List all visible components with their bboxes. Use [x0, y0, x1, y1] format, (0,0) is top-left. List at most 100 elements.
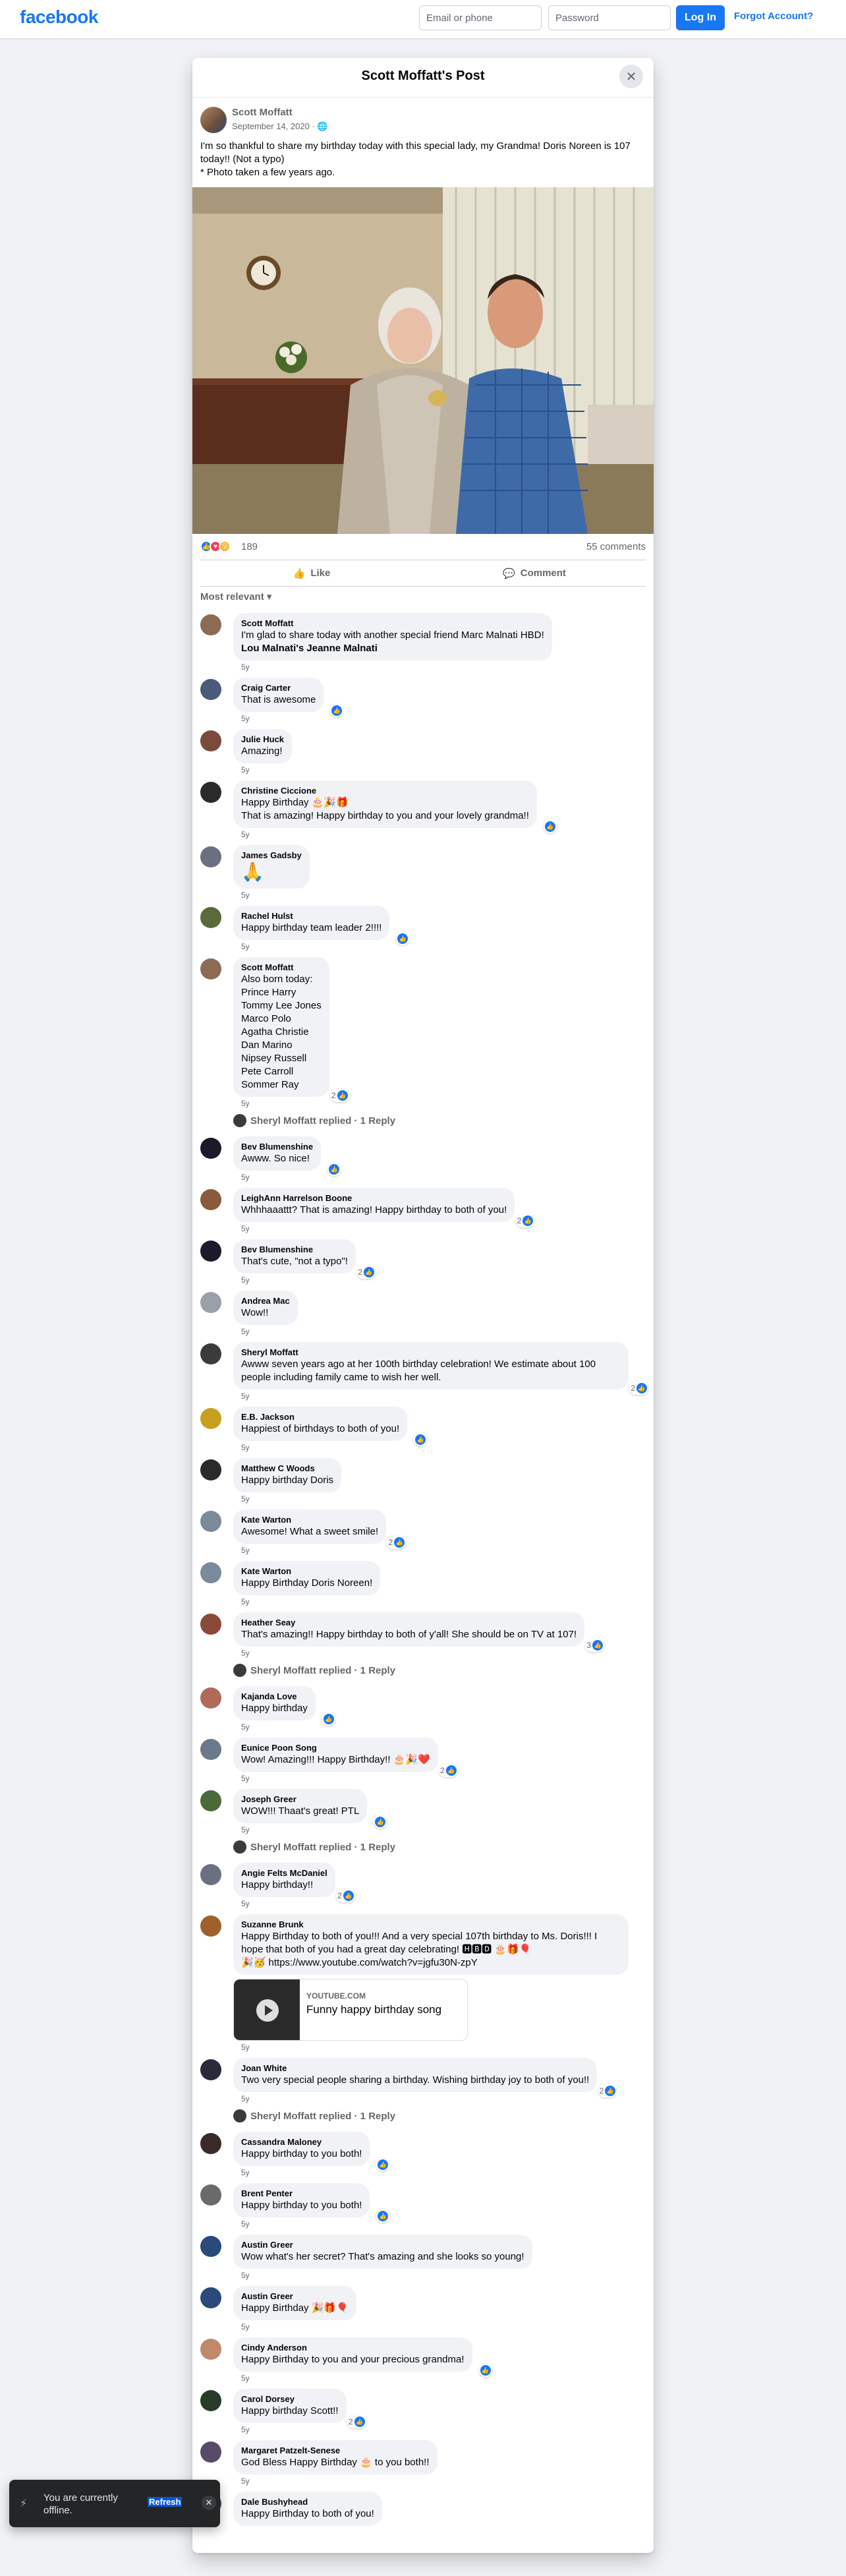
forgot-account-link[interactable]: Forgot Account? — [734, 11, 813, 22]
comment-author[interactable]: Cassandra Maloney — [241, 2137, 362, 2148]
comment-author[interactable]: Carol Dorsey — [241, 2394, 339, 2405]
comment-reactions[interactable]: 2 👍 — [515, 1214, 535, 1227]
comment-timestamp[interactable]: 5y — [233, 763, 646, 775]
comment-timestamp[interactable]: 5y — [233, 1171, 646, 1183]
comment-author[interactable]: Christine Ciccione — [241, 786, 529, 796]
comment-timestamp[interactable]: 5y — [233, 1097, 646, 1109]
comment-timestamp[interactable]: 5y — [233, 2166, 646, 2178]
avatar[interactable] — [200, 2390, 221, 2411]
avatar[interactable] — [200, 2442, 221, 2463]
comment-reactions[interactable]: 3 👍 — [585, 1639, 605, 1652]
comment-reactions[interactable]: 👍 — [543, 820, 557, 833]
comment-reactions[interactable]: 👍 — [327, 1163, 341, 1176]
avatar[interactable] — [200, 1562, 221, 1583]
comment-timestamp[interactable]: 5y — [233, 712, 646, 724]
avatar[interactable] — [200, 1739, 221, 1760]
view-replies-link[interactable]: Sheryl Moffatt replied · 1 Reply — [200, 1664, 646, 1677]
email-field[interactable]: Email or phone — [419, 5, 542, 30]
avatar[interactable] — [200, 614, 221, 635]
comment-author[interactable]: Angie Felts McDaniel — [241, 1868, 327, 1879]
avatar[interactable] — [200, 2236, 221, 2257]
comment-author[interactable]: Dale Bushyhead — [241, 2497, 374, 2507]
avatar[interactable] — [200, 1241, 221, 1262]
password-field[interactable]: Password — [548, 5, 671, 30]
comment-author[interactable]: Eunice Poon Song — [241, 1743, 430, 1753]
post-author[interactable]: Scott Moffatt — [232, 107, 293, 118]
avatar[interactable] — [200, 107, 227, 133]
comment-author[interactable]: Sheryl Moffatt — [241, 1347, 621, 1358]
comment-author[interactable]: Matthew C Woods — [241, 1463, 333, 1474]
comment-reactions[interactable]: 2 👍 — [629, 1382, 648, 1395]
avatar[interactable] — [200, 1864, 221, 1885]
avatar[interactable] — [200, 846, 221, 867]
avatar[interactable] — [200, 1916, 221, 1937]
comment-timestamp[interactable]: 5y — [233, 889, 646, 900]
comment-author[interactable]: Julie Huck — [241, 734, 284, 745]
comment-reactions[interactable]: 2 👍 — [356, 1266, 376, 1279]
comment-timestamp[interactable]: 5y — [233, 1492, 646, 1504]
view-replies-link[interactable]: Sheryl Moffatt replied · 1 Reply — [200, 1114, 646, 1127]
comment-timestamp[interactable]: 5y — [233, 2372, 646, 2384]
avatar[interactable] — [200, 2287, 221, 2308]
comment-reactions[interactable]: 2 👍 — [598, 2084, 617, 2097]
comment-author[interactable]: E.B. Jackson — [241, 1412, 399, 1422]
avatar[interactable] — [200, 1189, 221, 1210]
comment-timestamp[interactable]: 5y — [233, 2092, 646, 2104]
comment-timestamp[interactable]: 5y — [233, 828, 646, 840]
comment-author[interactable]: Bev Blumenshine — [241, 1244, 348, 1255]
close-icon[interactable]: ✕ — [202, 2496, 216, 2510]
comment-reactions[interactable]: 2 👍 — [387, 1536, 407, 1549]
comment-button[interactable]: 💬 Comment — [423, 560, 646, 586]
comment-timestamp[interactable]: 5y — [233, 2217, 646, 2229]
comment-timestamp[interactable]: 5y — [233, 2269, 646, 2281]
comment-timestamp[interactable]: 5y — [233, 2423, 646, 2435]
comment-author[interactable]: Suzanne Brunk — [241, 1919, 621, 1930]
comment-author[interactable]: Kate Warton — [241, 1566, 372, 1577]
tagged-names[interactable]: Lou Malnati's Jeanne Malnati — [241, 642, 544, 655]
login-button[interactable]: Log In — [676, 5, 725, 30]
comment-author[interactable]: Austin Greer — [241, 2240, 524, 2250]
comment-timestamp[interactable]: 5y — [233, 1897, 646, 1909]
comment-timestamp[interactable]: 5y — [233, 1823, 646, 1835]
post-photo[interactable] — [192, 187, 654, 534]
avatar[interactable] — [200, 2133, 221, 2154]
avatar[interactable] — [200, 958, 221, 980]
avatar[interactable] — [200, 2184, 221, 2206]
comment-author[interactable]: Joseph Greer — [241, 1794, 359, 1805]
comment-timestamp[interactable]: 5y — [233, 660, 646, 672]
comment-timestamp[interactable]: 5y — [233, 1273, 646, 1285]
comment-reactions[interactable]: 2 👍 — [330, 1089, 349, 1102]
comment-author[interactable]: Margaret Patzelt-Senese — [241, 2445, 430, 2456]
comment-timestamp[interactable]: 5y — [233, 1325, 646, 1337]
post-date[interactable]: September 14, 2020 · 🌐 — [232, 121, 328, 132]
avatar[interactable] — [200, 907, 221, 928]
comment-timestamp[interactable]: 5y — [233, 1544, 646, 1556]
comment-author[interactable]: Scott Moffatt — [241, 962, 322, 973]
avatar[interactable] — [200, 1614, 221, 1635]
comment-timestamp[interactable]: 5y — [233, 2041, 646, 2053]
comment-reactions[interactable]: 2 👍 — [347, 2415, 366, 2428]
avatar[interactable] — [200, 730, 221, 751]
comment-timestamp[interactable]: 5y — [233, 2320, 646, 2332]
comment-sort-dropdown[interactable]: Most relevant ▾ — [192, 587, 654, 609]
comment-author[interactable]: Kate Warton — [241, 1515, 378, 1525]
comment-author[interactable]: Heather Seay — [241, 1618, 577, 1628]
avatar[interactable] — [200, 679, 221, 700]
comment-timestamp[interactable]: 5y — [233, 1390, 646, 1401]
reaction-count[interactable]: 189 — [241, 541, 258, 552]
comment-author[interactable]: Bev Blumenshine — [241, 1142, 313, 1152]
comment-timestamp[interactable]: 5y — [233, 1647, 646, 1658]
close-icon[interactable]: ✕ — [619, 65, 643, 88]
comment-author[interactable]: Brent Penter — [241, 2188, 362, 2199]
comment-timestamp[interactable]: 5y — [233, 1720, 646, 1732]
comment-timestamp[interactable]: 5y — [233, 940, 646, 952]
avatar[interactable] — [200, 1343, 221, 1364]
comment-timestamp[interactable]: 5y — [233, 2474, 646, 2486]
comment-reactions[interactable]: 2 👍 — [336, 1889, 355, 1902]
avatar[interactable] — [200, 1292, 221, 1313]
facebook-logo[interactable]: facebook — [20, 7, 98, 28]
comment-author[interactable]: Craig Carter — [241, 683, 316, 693]
comment-timestamp[interactable]: 5y — [233, 1222, 646, 1234]
comment-timestamp[interactable]: 5y — [233, 1595, 646, 1607]
refresh-button[interactable]: Refresh — [148, 2497, 183, 2507]
